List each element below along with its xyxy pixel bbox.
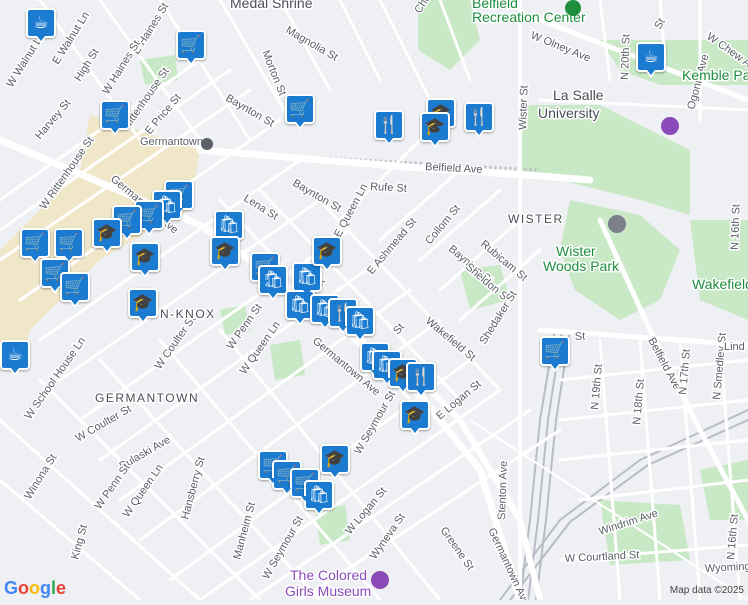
map-base: W Walnut Ln E Walnut Ln High St E Haines… <box>0 0 748 605</box>
park-icon <box>608 215 626 233</box>
svg-text:Girls Museum: Girls Museum <box>285 583 371 599</box>
svg-text:GERMANTOWN: GERMANTOWN <box>95 391 199 405</box>
shopping-cart-icon[interactable]: 🛒 <box>285 94 315 130</box>
coffee-icon[interactable]: ☕ <box>26 8 56 44</box>
school-icon[interactable]: 🎓 <box>320 444 350 480</box>
svg-text:W School House Ln: W School House Ln <box>23 335 89 422</box>
shopping-bag-icon[interactable]: 🛍 <box>304 480 334 516</box>
shopping-cart-icon[interactable]: 🛒 <box>540 336 570 372</box>
map-attribution[interactable]: Map data ©2025 <box>670 585 744 596</box>
svg-text:Medal Shrine: Medal Shrine <box>230 0 313 11</box>
university-icon <box>661 117 679 135</box>
restaurant-icon[interactable]: 🍴 <box>374 110 404 146</box>
svg-text:N 17th St: N 17th St <box>677 349 693 396</box>
coffee-icon[interactable]: ☕ <box>0 340 30 376</box>
svg-text:Wister: Wister <box>556 243 596 259</box>
svg-text:Wister St: Wister St <box>517 85 531 130</box>
svg-text:Wakefield St: Wakefield St <box>423 315 478 364</box>
svg-text:Stenton Ave: Stenton Ave <box>496 461 510 521</box>
map-canvas[interactable]: W Walnut Ln E Walnut Ln High St E Haines… <box>0 0 748 605</box>
restaurant-icon[interactable]: 🍴 <box>406 362 436 398</box>
shopping-cart-icon[interactable]: 🛒 <box>100 100 130 136</box>
svg-text:Belfield Ave: Belfield Ave <box>425 161 483 176</box>
google-logo: Google <box>4 578 67 598</box>
coffee-icon[interactable]: ☕ <box>636 42 666 78</box>
svg-text:N 16th St: N 16th St <box>729 204 743 250</box>
shopping-bag-icon[interactable]: 🛍 <box>292 262 322 298</box>
shopping-cart-icon[interactable]: 🛒 <box>176 30 206 66</box>
svg-text:N 20th St: N 20th St <box>619 34 633 80</box>
svg-text:N 19th St: N 19th St <box>589 364 605 411</box>
shopping-cart-icon[interactable]: 🛒 <box>60 272 90 308</box>
school-icon[interactable]: 🎓 <box>92 218 122 254</box>
svg-text:La Salle: La Salle <box>553 87 604 103</box>
svg-text:Harvey St: Harvey St <box>33 97 73 142</box>
svg-text:Rufe St: Rufe St <box>370 181 407 195</box>
svg-text:Kemble Park: Kemble Park <box>682 67 748 83</box>
svg-text:Wakefield: Wakefield <box>692 276 748 292</box>
museum-icon <box>371 571 389 589</box>
svg-text:W Haines St: W Haines St <box>100 38 143 96</box>
school-icon[interactable]: 🎓 <box>420 112 450 148</box>
school-icon[interactable]: 🎓 <box>128 288 158 324</box>
school-icon[interactable]: 🎓 <box>312 236 342 272</box>
svg-text:N-KNOX: N-KNOX <box>160 307 216 321</box>
svg-text:Germantown: Germantown <box>140 136 203 148</box>
svg-text:W Seymour St: W Seymour St <box>352 389 398 456</box>
shopping-cart-icon[interactable]: 🛒 <box>20 228 50 264</box>
park-icon <box>565 0 581 16</box>
svg-text:Lind: Lind <box>724 341 745 353</box>
svg-text:Winona St: Winona St <box>22 452 59 501</box>
school-icon[interactable]: 🎓 <box>400 400 430 436</box>
restaurant-icon[interactable]: 🍴 <box>464 102 494 138</box>
school-icon[interactable]: 🎓 <box>130 242 160 278</box>
shopping-cart-icon[interactable]: 🛒 <box>54 228 84 264</box>
shopping-bag-icon[interactable]: 🛍 <box>345 306 375 342</box>
svg-text:St: St <box>652 16 668 31</box>
svg-text:Woods Park: Woods Park <box>543 258 620 274</box>
svg-text:Wyoming: Wyoming <box>705 561 748 575</box>
svg-text:Lena St: Lena St <box>241 192 280 222</box>
svg-text:WISTER: WISTER <box>508 212 564 226</box>
svg-text:The Colored: The Colored <box>290 567 367 583</box>
svg-text:E Ashmead St: E Ashmead St <box>365 216 419 277</box>
svg-text:Hansberry St: Hansberry St <box>179 456 207 521</box>
svg-text:St: St <box>391 321 407 337</box>
train-station-icon <box>201 138 213 150</box>
svg-text:Greene St: Greene St <box>438 525 477 573</box>
svg-text:University: University <box>538 105 599 121</box>
svg-text:St: St <box>575 330 586 343</box>
svg-text:N 16th St: N 16th St <box>725 514 741 561</box>
svg-text:Baynton St: Baynton St <box>291 177 344 214</box>
